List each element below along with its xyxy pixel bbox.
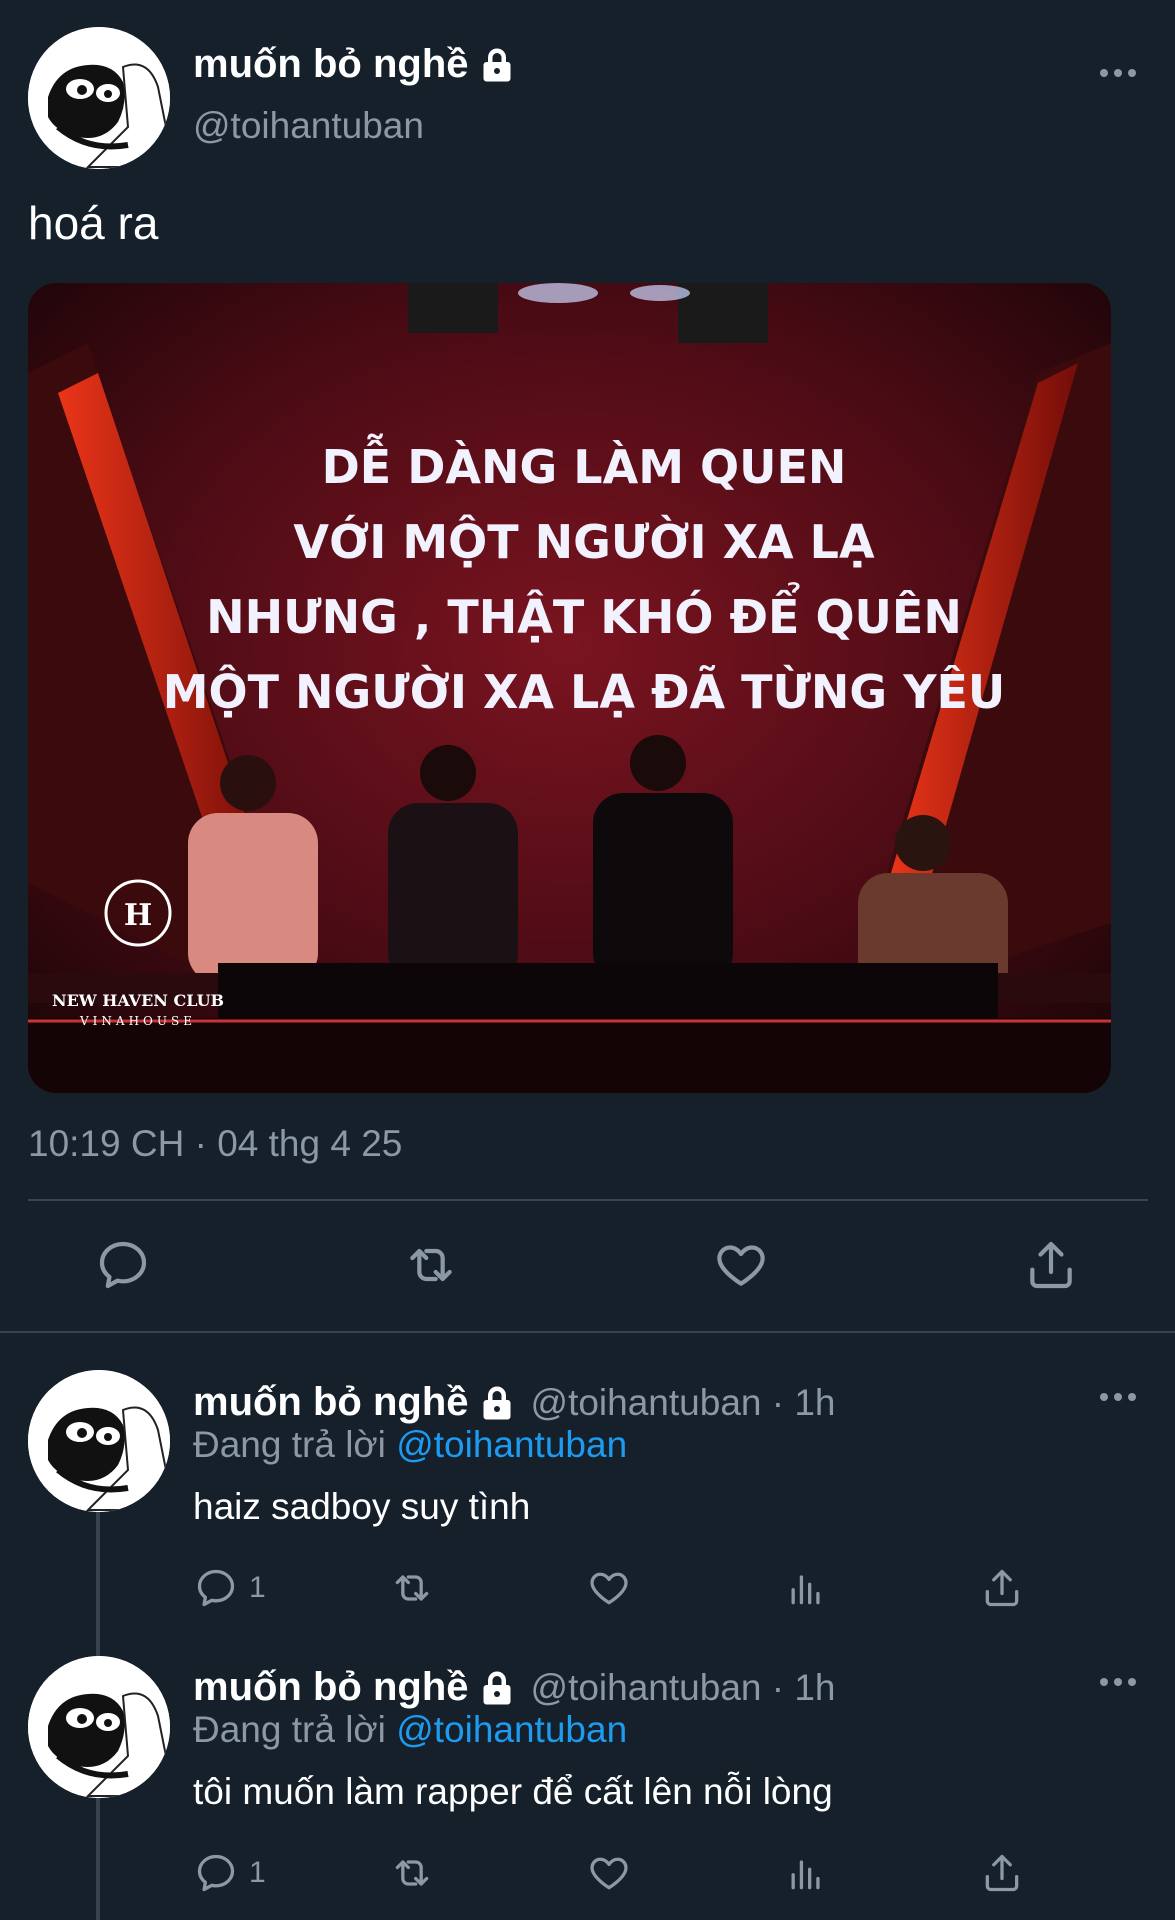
like-icon[interactable] <box>587 1566 631 1610</box>
mention-link[interactable]: @toihantuban <box>396 1709 627 1750</box>
club-logo-text: NEW HAVEN CLUB <box>52 991 224 1010</box>
author-name[interactable]: muốn bỏ nghề <box>193 42 515 87</box>
tweet-timestamp[interactable]: 10:19 CH · 04 thg 4 25 <box>28 1123 402 1165</box>
reply-text: tôi muốn làm rapper để cất lên nỗi lòng <box>193 1771 833 1812</box>
reply-handle-time[interactable]: @toihantuban · 1h <box>531 1382 836 1424</box>
screen-line-4: MỘT NGƯỜI XA LẠ ĐÃ TỪNG YÊU <box>163 664 1006 719</box>
tweet-image[interactable]: DỄ DÀNG LÀM QUEN VỚI MỘT NGƯỜI XA LẠ NHƯ… <box>28 283 1111 1093</box>
share-icon[interactable] <box>1023 1237 1079 1293</box>
retweet-icon[interactable] <box>403 1237 459 1293</box>
tweet-text: hoá ra <box>28 197 159 249</box>
replying-to: Đang trả lời @toihantuban <box>193 1709 628 1750</box>
thread-line <box>96 1512 100 1660</box>
more-icon[interactable] <box>1098 67 1138 79</box>
lock-icon <box>479 47 515 83</box>
reply-icon[interactable] <box>194 1851 238 1895</box>
reply-header: muốn bỏ nghề @toihantuban · 1h <box>193 1665 836 1710</box>
thread-line <box>96 1798 100 1920</box>
share-icon[interactable] <box>980 1566 1024 1610</box>
reply-avatar[interactable] <box>28 1656 170 1798</box>
screen-line-2: VỚI MỘT NGƯỜI XA LẠ <box>293 515 875 569</box>
reply-icon[interactable] <box>95 1237 151 1293</box>
analytics-icon[interactable] <box>784 1566 828 1610</box>
lock-icon <box>479 1385 515 1421</box>
screen-line-1: DỄ DÀNG LÀM QUEN <box>322 433 847 494</box>
screen-line-3: NHƯNG , THẬT KHÓ ĐỂ QUÊN <box>206 582 962 644</box>
more-icon[interactable] <box>1098 1391 1138 1403</box>
reply-author-name[interactable]: muốn bỏ nghề <box>193 1665 515 1710</box>
avatar[interactable] <box>28 27 170 169</box>
retweet-icon[interactable] <box>390 1851 434 1895</box>
share-icon[interactable] <box>980 1851 1024 1895</box>
analytics-icon[interactable] <box>784 1851 828 1895</box>
section-divider <box>0 1331 1175 1333</box>
svg-text:H: H <box>124 898 152 933</box>
author-handle[interactable]: @toihantuban <box>193 105 424 147</box>
reply-author-name[interactable]: muốn bỏ nghề <box>193 1380 515 1425</box>
mention-link[interactable]: @toihantuban <box>396 1424 627 1465</box>
like-icon[interactable] <box>587 1851 631 1895</box>
lock-icon <box>479 1670 515 1706</box>
replying-to: Đang trả lời @toihantuban <box>193 1424 628 1465</box>
club-logo-sub: VINAHOUSE <box>79 1014 196 1028</box>
reply-text: haiz sadboy suy tình <box>193 1486 531 1527</box>
reply-header: muốn bỏ nghề @toihantuban · 1h <box>193 1380 836 1425</box>
reply-count: 1 <box>249 1856 266 1889</box>
divider <box>28 1199 1148 1201</box>
retweet-icon[interactable] <box>390 1566 434 1610</box>
reply-avatar[interactable] <box>28 1370 170 1512</box>
more-icon[interactable] <box>1098 1676 1138 1688</box>
reply-icon[interactable] <box>194 1566 238 1610</box>
reply-handle-time[interactable]: @toihantuban · 1h <box>531 1667 836 1709</box>
like-icon[interactable] <box>713 1237 769 1293</box>
reply-count: 1 <box>249 1571 266 1604</box>
